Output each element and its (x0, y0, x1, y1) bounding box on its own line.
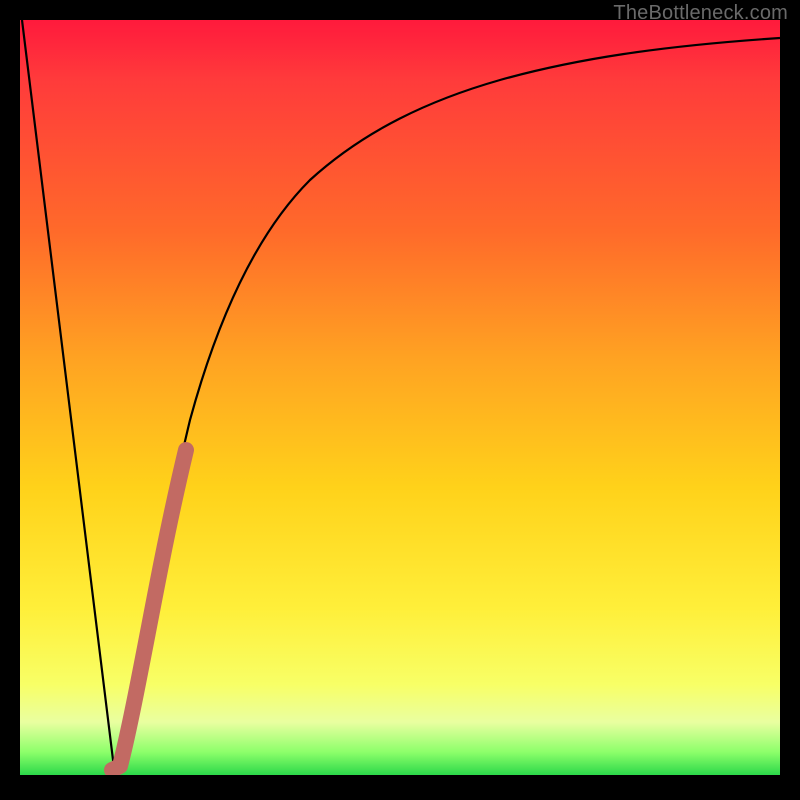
plot-area (20, 20, 780, 775)
highlight-segment (112, 450, 186, 770)
curve-layer (20, 20, 780, 775)
chart-stage: TheBottleneck.com (0, 0, 800, 800)
